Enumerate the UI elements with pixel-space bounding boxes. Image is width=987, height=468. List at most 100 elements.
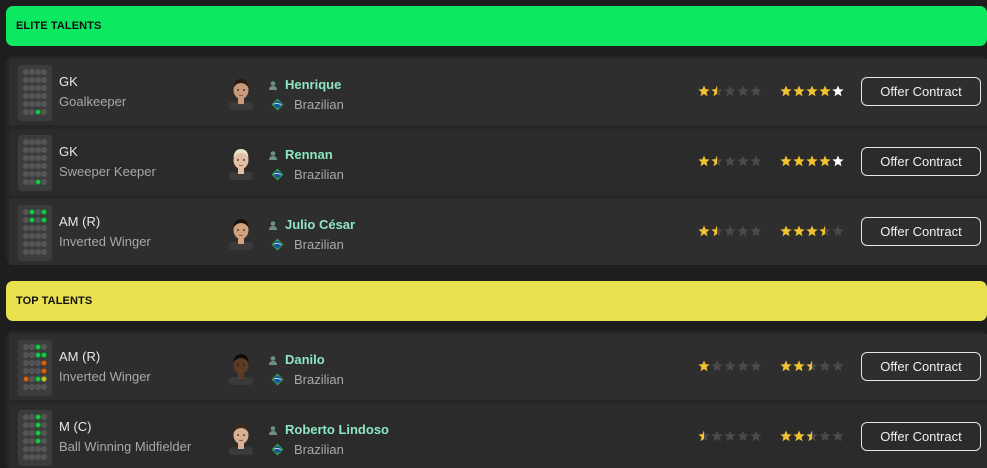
position-pitch-icon [18,410,52,466]
star-half-icon [698,430,710,442]
player-face-icon [229,354,253,385]
star-full-icon [806,225,818,237]
star-empty-icon [724,225,736,237]
player-face-icon [229,149,253,180]
current-ability-stars [698,155,762,167]
player-nationality: Brazilian [294,442,344,457]
star-empty-icon [724,430,736,442]
player-name[interactable]: Danilo [285,352,325,367]
current-ability-stars [698,85,762,97]
top-talents-section: TOP TALENTS AM (R) Inverted Winger Danil… [6,281,987,468]
star-full-icon [780,225,792,237]
star-empty-icon [724,360,736,372]
position-pitch-icon [18,65,52,121]
star-empty-icon [737,430,749,442]
offer-contract-button[interactable]: Offer Contract [861,352,981,381]
elite-talents-section: ELITE TALENTS GK Goalkeeper Henrique Bra… [6,6,987,268]
section-header: ELITE TALENTS [6,6,987,46]
brazil-flag-icon [271,373,284,386]
star-full-icon [793,430,805,442]
offer-contract-button[interactable]: Offer Contract [861,147,981,176]
player-status-icon [269,151,277,160]
star-empty-icon [711,430,723,442]
player-status-icon [269,81,277,90]
player-face-icon [229,79,253,110]
star-empty-icon [819,360,831,372]
star-full-icon [806,155,818,167]
star-empty-icon [819,430,831,442]
player-name[interactable]: Roberto Lindoso [285,422,389,437]
player-nationality: Brazilian [294,372,344,387]
player-position: M (C) [59,419,92,434]
star-empty-icon [750,225,762,237]
player-role: Inverted Winger [59,234,151,249]
section-header: TOP TALENTS [6,281,987,321]
star-full-icon [698,225,710,237]
player-position: GK [59,144,78,159]
star-full-icon [793,360,805,372]
player-status-icon [269,426,277,435]
player-name[interactable]: Julio César [285,217,355,232]
star-half-icon [806,360,818,372]
position-pitch-icon [18,205,52,261]
potential-ability-stars [780,85,844,97]
star-empty-icon [737,155,749,167]
player-face-icon [229,219,253,250]
player-role: Goalkeeper [59,94,127,109]
star-empty-icon [724,155,736,167]
player-position: AM (R) [59,214,101,229]
star-full-icon [780,360,792,372]
star-empty-icon [750,155,762,167]
star-full-icon [832,155,844,167]
star-half-icon [711,155,723,167]
star-empty-icon [832,360,844,372]
player-name[interactable]: Henrique [285,77,341,92]
star-empty-icon [737,85,749,97]
current-ability-stars [698,225,762,237]
brazil-flag-icon [271,98,284,111]
player-row[interactable]: GK Goalkeeper Henrique Brazilian Offer C… [9,59,987,125]
player-row[interactable]: GK Sweeper Keeper Rennan Brazilian Offer… [9,129,987,195]
player-row[interactable]: AM (R) Inverted Winger Julio César Brazi… [9,199,987,265]
star-empty-icon [737,360,749,372]
player-position: GK [59,74,78,89]
section-body: GK Goalkeeper Henrique Brazilian Offer C… [6,56,987,265]
star-half-icon [711,85,723,97]
star-half-icon [806,430,818,442]
player-name[interactable]: Rennan [285,147,333,162]
star-half-icon [711,225,723,237]
current-ability-stars [698,360,762,372]
brazil-flag-icon [271,238,284,251]
star-full-icon [780,85,792,97]
player-row[interactable]: M (C) Ball Winning Midfielder Roberto Li… [9,404,987,468]
position-pitch-icon [18,340,52,396]
offer-contract-button[interactable]: Offer Contract [861,217,981,246]
player-status-icon [269,221,277,230]
section-body: AM (R) Inverted Winger Danilo Brazilian … [6,331,987,468]
star-empty-icon [711,360,723,372]
player-role: Inverted Winger [59,369,151,384]
potential-ability-stars [780,430,844,442]
player-nationality: Brazilian [294,167,344,182]
player-row[interactable]: AM (R) Inverted Winger Danilo Brazilian … [9,334,987,400]
star-full-icon [780,430,792,442]
star-full-icon [832,85,844,97]
star-full-icon [698,155,710,167]
brazil-flag-icon [271,443,284,456]
star-empty-icon [737,225,749,237]
position-pitch-icon [18,135,52,191]
star-full-icon [780,155,792,167]
star-empty-icon [750,85,762,97]
potential-ability-stars [780,155,844,167]
offer-contract-button[interactable]: Offer Contract [861,422,981,451]
player-status-icon [269,356,277,365]
star-full-icon [793,225,805,237]
star-empty-icon [832,225,844,237]
player-role: Sweeper Keeper [59,164,156,179]
offer-contract-button[interactable]: Offer Contract [861,77,981,106]
star-full-icon [806,85,818,97]
potential-ability-stars [780,360,844,372]
player-nationality: Brazilian [294,237,344,252]
star-empty-icon [724,85,736,97]
star-full-icon [698,85,710,97]
